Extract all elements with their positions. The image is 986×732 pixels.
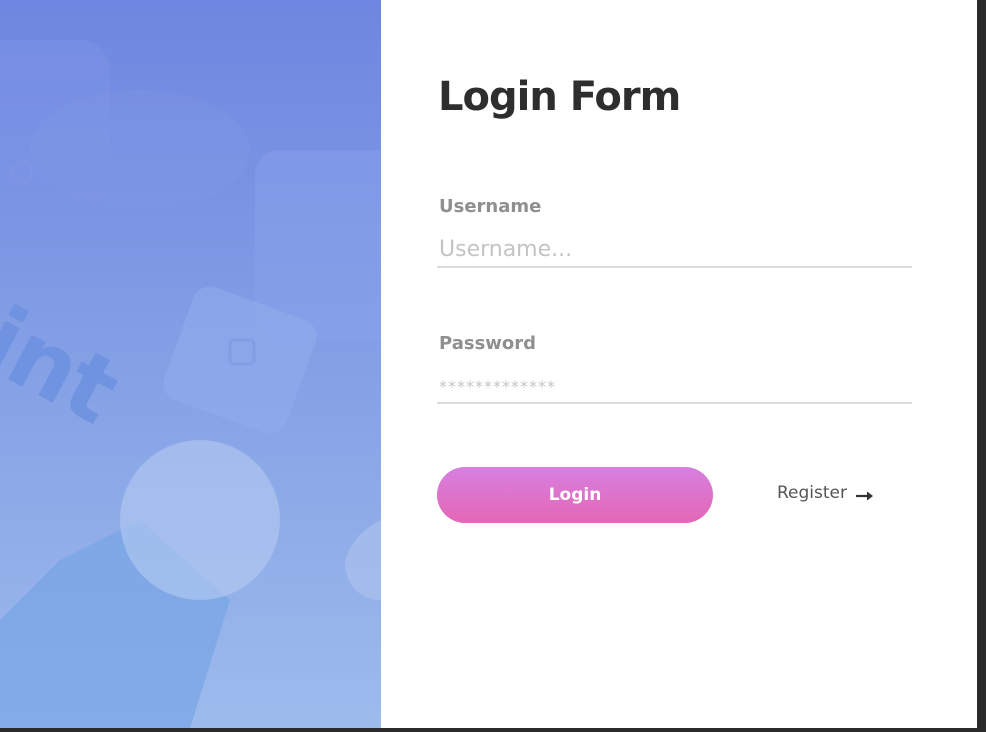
login-page: int Login Form Username Password Login R… xyxy=(0,0,977,728)
login-button[interactable]: Login xyxy=(437,467,713,523)
username-label: Username xyxy=(439,196,542,217)
username-input[interactable] xyxy=(437,232,912,268)
password-label: Password xyxy=(439,333,537,354)
hero-image-panel: int xyxy=(0,0,381,728)
form-title: Login Form xyxy=(438,74,681,120)
login-form-panel: Login Form Username Password Login Regis… xyxy=(381,0,977,728)
arrow-right-icon xyxy=(855,487,875,501)
password-input[interactable] xyxy=(437,368,912,404)
register-link[interactable]: Register xyxy=(777,483,875,503)
register-label: Register xyxy=(777,483,847,503)
